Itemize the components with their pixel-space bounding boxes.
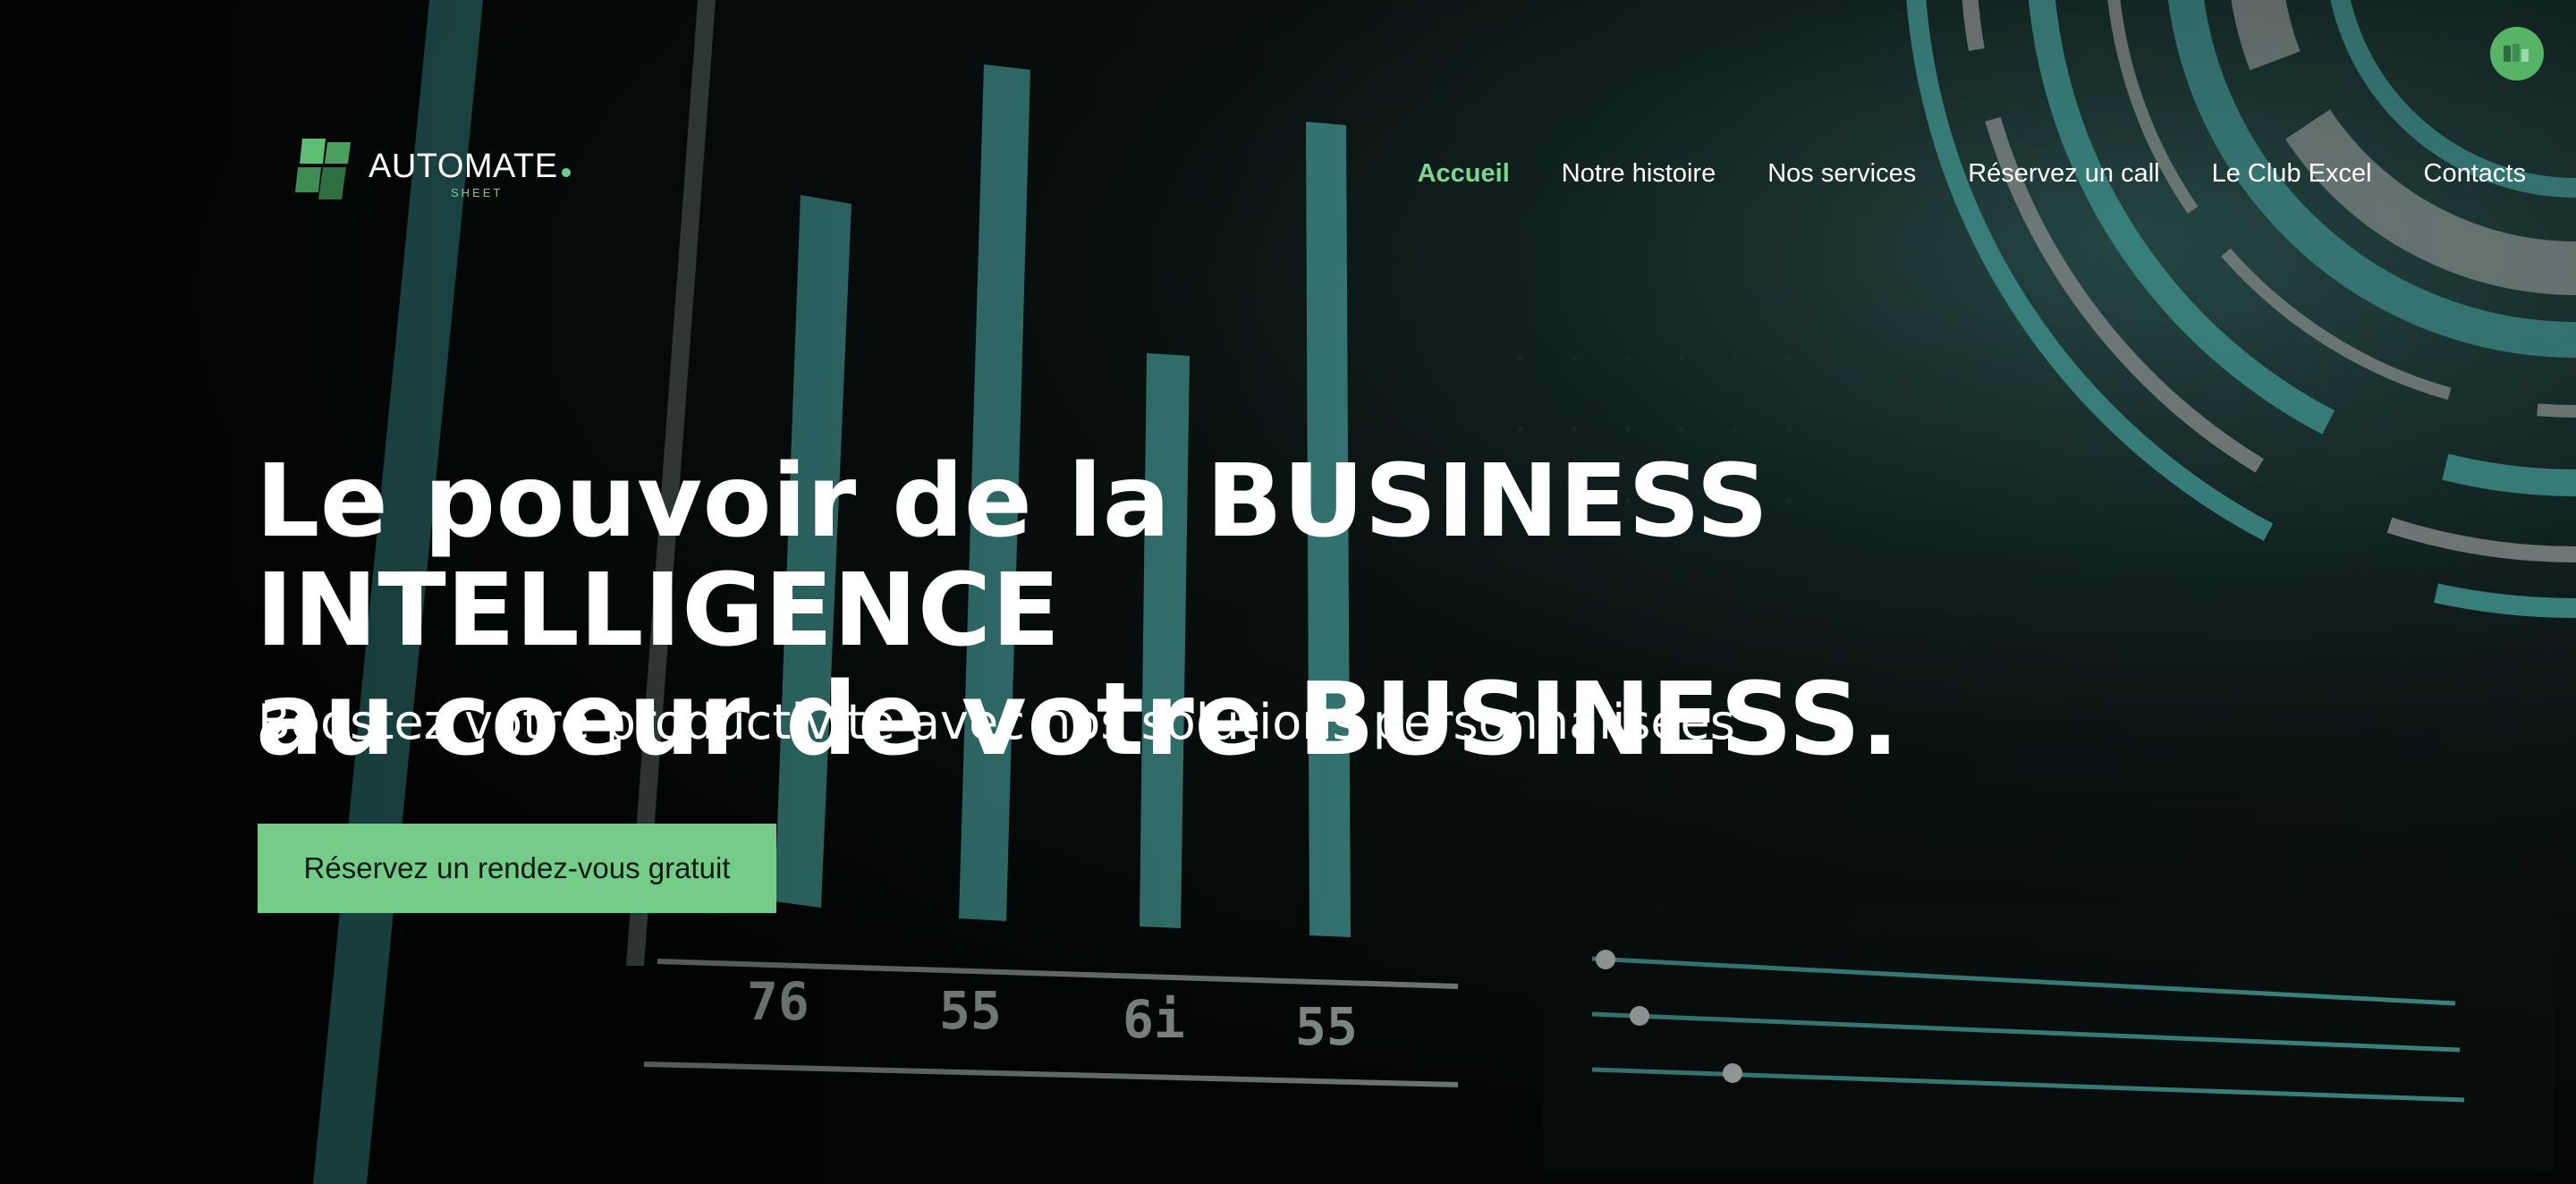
hero-headline-line1: Le pouvoir de la BUSINESS INTELLIGENCE [256,444,1769,669]
chat-widget-button[interactable] [2490,27,2544,80]
hero-section: 76 55 6i 55 [0,0,2576,1184]
brand-subtitle: SHEET [451,186,504,199]
nav-item-contacts[interactable]: Contacts [2424,159,2526,189]
main-nav: Accueil Notre histoire Nos services Rése… [1366,156,2526,191]
site-header: AUTOMATE SHEET Accueil Notre histoire No… [0,0,2576,340]
nav-item-reservez-un-call[interactable]: Réservez un call [1968,159,2159,189]
book-appointment-button[interactable]: Réservez un rendez-vous gratuit [258,824,776,913]
nav-item-le-club-excel[interactable]: Le Club Excel [2212,159,2372,189]
brand-logo[interactable]: AUTOMATE SHEET [292,132,587,204]
chat-icon [2504,44,2529,62]
brand-name: AUTOMATE [369,148,571,184]
nav-item-nos-services[interactable]: Nos services [1767,159,1916,189]
logo-mark-icon [295,139,351,199]
logo-wordmark: AUTOMATE SHEET [369,134,571,202]
nav-item-notre-histoire[interactable]: Notre histoire [1562,159,1716,189]
nav-item-accueil[interactable]: Accueil [1418,159,1510,189]
hero-subheadline: Boostez votre productivité avec nos solu… [258,694,1735,750]
